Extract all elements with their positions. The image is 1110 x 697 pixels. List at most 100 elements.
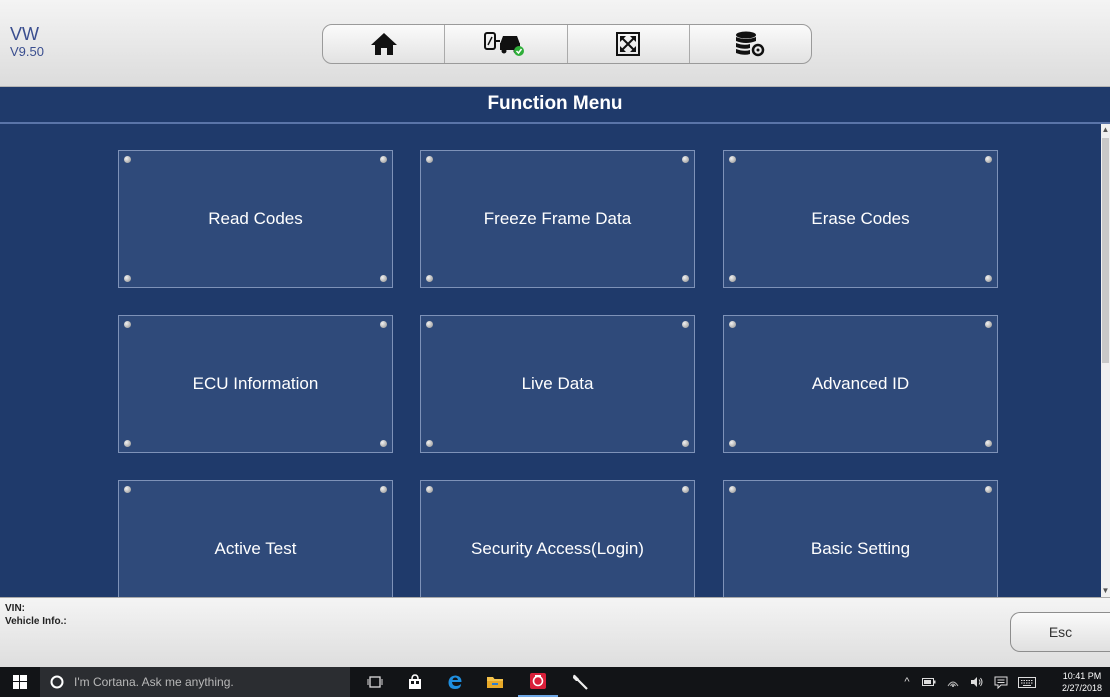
screw-icon xyxy=(682,275,689,282)
search-placeholder: I'm Cortana. Ask me anything. xyxy=(74,675,234,689)
scroll-up-icon[interactable]: ▲ xyxy=(1101,124,1110,136)
screw-icon xyxy=(124,275,131,282)
fullscreen-button[interactable] xyxy=(568,25,690,63)
screw-icon xyxy=(380,275,387,282)
screw-icon xyxy=(682,440,689,447)
cortana-icon xyxy=(50,675,64,689)
clock-date: 2/27/2018 xyxy=(1062,683,1103,693)
screw-icon xyxy=(426,275,433,282)
task-view-button[interactable] xyxy=(358,667,392,697)
screw-icon xyxy=(729,275,736,282)
screw-icon xyxy=(729,486,736,493)
screw-icon xyxy=(124,156,131,163)
autel-app-icon xyxy=(530,673,546,689)
clock-time: 10:41 PM xyxy=(1062,671,1102,681)
database-settings-button[interactable] xyxy=(690,25,811,63)
tile-label: Read Codes xyxy=(208,209,303,228)
screw-icon xyxy=(380,321,387,328)
show-hidden-icons-icon[interactable]: ^ xyxy=(898,667,916,697)
scroll-thumb[interactable] xyxy=(1102,138,1109,363)
screw-icon xyxy=(729,156,736,163)
vehicle-make: VW xyxy=(10,24,39,44)
tile-label: Active Test xyxy=(214,539,297,558)
task-view-icon xyxy=(367,676,383,688)
tile-label: Security Access(Login) xyxy=(471,539,644,558)
tile-label: Live Data xyxy=(521,374,594,393)
screw-icon xyxy=(985,486,992,493)
ecu-information-button[interactable]: ECU Information xyxy=(118,315,393,453)
tile-label: Erase Codes xyxy=(811,209,910,228)
screw-icon xyxy=(380,440,387,447)
freeze-frame-data-button[interactable]: Freeze Frame Data xyxy=(420,150,695,288)
tile-label: ECU Information xyxy=(192,374,319,393)
cortana-search-box[interactable]: I'm Cortana. Ask me anything. xyxy=(40,667,350,697)
system-clock[interactable]: 10:41 PM 2/27/2018 xyxy=(1062,670,1102,694)
touch-keyboard-button[interactable] xyxy=(1014,667,1040,697)
tile-label: Freeze Frame Data xyxy=(483,209,632,228)
status-footer: VIN: Vehicle Info.: Esc xyxy=(0,597,1110,667)
store-bag-icon xyxy=(409,674,421,689)
screw-icon xyxy=(729,440,736,447)
screw-icon xyxy=(985,440,992,447)
network-button[interactable] xyxy=(942,667,964,697)
wrench-icon xyxy=(573,674,588,690)
main-toolbar xyxy=(322,24,812,64)
screw-icon xyxy=(426,486,433,493)
basic-setting-button[interactable]: Basic Setting xyxy=(723,480,998,597)
action-center-button[interactable] xyxy=(990,667,1012,697)
screw-icon xyxy=(985,156,992,163)
screw-icon xyxy=(985,321,992,328)
screw-icon xyxy=(682,321,689,328)
speaker-icon xyxy=(971,677,983,687)
start-button[interactable] xyxy=(0,667,40,697)
home-icon xyxy=(370,33,397,55)
screw-icon xyxy=(729,321,736,328)
function-grid: Read Codes Freeze Frame Data Erase Codes… xyxy=(0,124,1110,597)
screw-icon xyxy=(380,156,387,163)
screw-icon xyxy=(124,321,131,328)
database-settings-icon xyxy=(736,31,765,57)
wifi-icon xyxy=(947,681,959,687)
volume-button[interactable] xyxy=(966,667,988,697)
home-button[interactable] xyxy=(323,25,446,63)
edge-icon xyxy=(448,675,462,689)
windows-logo-icon xyxy=(13,675,27,689)
screw-icon xyxy=(426,440,433,447)
fullscreen-icon xyxy=(616,32,641,56)
tool-app-button[interactable] xyxy=(564,667,598,697)
vertical-scrollbar[interactable]: ▲ ▼ xyxy=(1101,124,1110,597)
notification-icon xyxy=(994,676,1008,689)
tile-label: Basic Setting xyxy=(810,539,911,558)
scroll-down-icon[interactable]: ▼ xyxy=(1101,585,1110,597)
battery-button[interactable] xyxy=(918,667,940,697)
edge-button[interactable] xyxy=(438,667,472,697)
autel-app-button[interactable] xyxy=(518,667,558,697)
live-data-button[interactable]: Live Data xyxy=(420,315,695,453)
screw-icon xyxy=(985,275,992,282)
esc-button[interactable]: Esc xyxy=(1010,612,1110,652)
vin-label: VIN: xyxy=(5,603,25,614)
screw-icon xyxy=(426,321,433,328)
security-access-button[interactable]: Security Access(Login) xyxy=(420,480,695,597)
vehicle-brand: VW V9.50 xyxy=(10,24,44,60)
screw-icon xyxy=(682,486,689,493)
screw-icon xyxy=(380,486,387,493)
vehicle-connect-button[interactable] xyxy=(445,25,568,63)
vehicle-info-label: Vehicle Info.: xyxy=(5,616,67,627)
screw-icon xyxy=(124,440,131,447)
keyboard-icon xyxy=(1018,676,1036,688)
screw-icon xyxy=(426,156,433,163)
erase-codes-button[interactable]: Erase Codes xyxy=(723,150,998,288)
read-codes-button[interactable]: Read Codes xyxy=(118,150,393,288)
tile-label: Advanced ID xyxy=(811,374,910,393)
screw-icon xyxy=(124,486,131,493)
active-test-button[interactable]: Active Test xyxy=(118,480,393,597)
vehicle-info-panel: VIN: Vehicle Info.: xyxy=(5,602,67,628)
vehicle-connect-icon xyxy=(483,32,524,56)
store-button[interactable] xyxy=(398,667,432,697)
app-header: VW V9.50 xyxy=(0,0,1110,87)
page-title: Function Menu xyxy=(0,87,1110,124)
folder-icon xyxy=(487,677,503,688)
advanced-id-button[interactable]: Advanced ID xyxy=(723,315,998,453)
file-explorer-button[interactable] xyxy=(478,667,512,697)
